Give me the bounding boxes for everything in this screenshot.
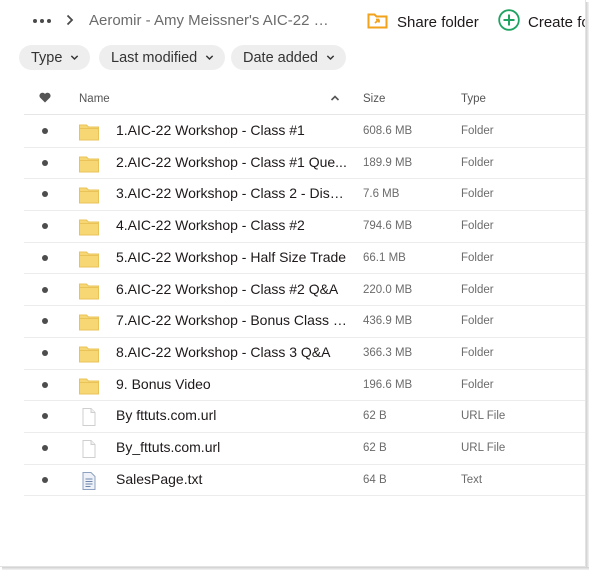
row-type: Folder [461, 251, 494, 264]
top-bar: Aeromir - Amy Meissner's AIC-22 Wo... Sh… [0, 0, 586, 42]
row-size: 62 B [363, 442, 387, 454]
row-type: Text [461, 473, 483, 486]
table-row[interactable]: By fttuts.com.url 62 B URL File [24, 401, 585, 433]
folder-icon [79, 282, 99, 300]
folder-icon [79, 155, 99, 173]
file-icon [79, 440, 99, 458]
row-type: Folder [461, 283, 494, 296]
folder-icon [79, 218, 99, 236]
row-name[interactable]: 4.AIC-22 Workshop - Class #2 [116, 217, 348, 233]
table-row[interactable]: 3.AIC-22 Workshop - Class 2 - Disc... 7.6… [24, 179, 585, 212]
row-name[interactable]: 6.AIC-22 Workshop - Class #2 Q&A [116, 281, 348, 297]
row-size: 64 B [363, 473, 387, 486]
filter-type-label: Type [31, 49, 63, 66]
filter-date-added-label: Date added [243, 49, 318, 66]
table-row[interactable]: 8.AIC-22 Workshop - Class 3 Q&A 366.3 MB F… [24, 338, 585, 370]
row-dot-icon[interactable] [42, 191, 48, 198]
text-file-icon [79, 471, 99, 490]
file-browser: Aeromir - Amy Meissner's AIC-22 Wo... Sh… [0, 0, 586, 567]
row-name[interactable]: 8.AIC-22 Workshop - Class 3 Q&A [116, 344, 348, 360]
row-type: Folder [461, 125, 494, 137]
row-size: 608.6 MB [363, 125, 413, 137]
row-size: 7.6 MB [363, 188, 400, 201]
folder-icon [79, 186, 99, 204]
share-folder-button[interactable]: Share folder [367, 10, 479, 34]
row-type: Folder [461, 346, 494, 359]
row-name[interactable]: 1.AIC-22 Workshop - Class #1 [116, 122, 348, 138]
row-name[interactable]: SalesPage.txt [116, 471, 348, 487]
row-size: 366.3 MB [363, 346, 413, 359]
row-size: 66.1 MB [363, 251, 406, 264]
folder-icon [79, 313, 99, 331]
row-dot-icon[interactable] [42, 286, 48, 293]
share-folder-icon [367, 11, 388, 33]
row-name[interactable]: By_fttuts.com.url [116, 439, 348, 455]
row-size: 196.6 MB [363, 378, 413, 391]
row-type: URL File [461, 442, 506, 454]
column-type-header[interactable]: Type [461, 93, 486, 105]
row-dot-icon[interactable] [42, 159, 48, 166]
folder-icon [79, 377, 99, 395]
table-row[interactable]: 6.AIC-22 Workshop - Class #2 Q&A 220.0 MB… [24, 275, 585, 307]
row-size: 220.0 MB [363, 283, 413, 296]
row-dot-icon[interactable] [42, 413, 48, 420]
row-name[interactable]: 7.AIC-22 Workshop - Bonus Class - ... [116, 312, 348, 328]
share-folder-label: Share folder [397, 13, 479, 31]
row-size: 62 B [363, 410, 387, 423]
chevron-right-icon [66, 14, 74, 29]
filter-last-modified-label: Last modified [111, 49, 198, 66]
row-name[interactable]: 3.AIC-22 Workshop - Class 2 - Disc... [116, 185, 348, 201]
row-type: Folder [461, 220, 494, 233]
row-dot-icon[interactable] [42, 349, 48, 356]
row-dot-icon[interactable] [42, 381, 48, 388]
table-row[interactable]: 9. Bonus Video 196.6 MB Folder [24, 370, 585, 402]
chevron-down-icon [206, 55, 214, 61]
row-name[interactable]: By fttuts.com.url [116, 407, 348, 423]
breadcrumb[interactable]: Aeromir - Amy Meissner's AIC-22 Wo... [89, 12, 334, 29]
table-row[interactable]: SalesPage.txt 64 B Text [24, 465, 585, 497]
folder-icon [79, 250, 99, 268]
table-row[interactable]: 5.AIC-22 Workshop - Half Size Trade 66.1 … [24, 243, 585, 275]
plus-circle-icon [498, 9, 520, 35]
row-dot-icon[interactable] [42, 476, 48, 483]
table-header: Name Size Type [24, 84, 585, 115]
table-row[interactable]: 1.AIC-22 Workshop - Class #1 608.6 MB Fold… [24, 116, 585, 148]
table-row[interactable]: 7.AIC-22 Workshop - Bonus Class - ... 436… [24, 306, 585, 338]
filter-last-modified[interactable]: Last modified [99, 45, 226, 70]
table-row[interactable]: 2.AIC-22 Workshop - Class #1 Que... 189.9… [24, 148, 585, 180]
row-size: 436.9 MB [363, 315, 413, 328]
row-size: 794.6 MB [363, 220, 413, 233]
sort-ascending-icon[interactable] [330, 93, 340, 105]
filter-type[interactable]: Type [19, 45, 91, 70]
row-name[interactable]: 5.AIC-22 Workshop - Half Size Trade [116, 249, 348, 265]
row-dot-icon[interactable] [42, 128, 48, 134]
row-dot-icon[interactable] [42, 254, 48, 261]
row-dot-icon[interactable] [42, 445, 48, 451]
heart-icon[interactable] [39, 92, 51, 106]
chevron-down-icon [326, 55, 335, 61]
column-size-header[interactable]: Size [363, 93, 385, 105]
row-type: URL File [461, 410, 506, 423]
filter-date-added[interactable]: Date added [231, 45, 346, 70]
row-size: 189.9 MB [363, 156, 413, 169]
row-name[interactable]: 9. Bonus Video [116, 376, 348, 392]
file-icon [79, 408, 99, 427]
create-folder-label: Create fo [528, 13, 586, 31]
row-dot-icon[interactable] [42, 223, 48, 230]
column-name-header[interactable]: Name [79, 93, 110, 105]
more-options-icon[interactable] [33, 12, 51, 30]
folder-icon [79, 345, 99, 363]
row-type: Folder [461, 315, 494, 328]
row-type: Folder [461, 378, 494, 391]
create-folder-button[interactable]: Create fo [498, 9, 586, 35]
row-type: Folder [461, 188, 494, 201]
row-name[interactable]: 2.AIC-22 Workshop - Class #1 Que... [116, 154, 348, 170]
folder-icon [79, 123, 99, 141]
row-type: Folder [461, 156, 494, 169]
table-row[interactable]: By_fttuts.com.url 62 B URL File [24, 433, 585, 465]
chevron-down-icon [71, 55, 79, 61]
row-dot-icon[interactable] [42, 318, 48, 325]
table-row[interactable]: 4.AIC-22 Workshop - Class #2 794.6 MB Fold… [24, 211, 585, 243]
